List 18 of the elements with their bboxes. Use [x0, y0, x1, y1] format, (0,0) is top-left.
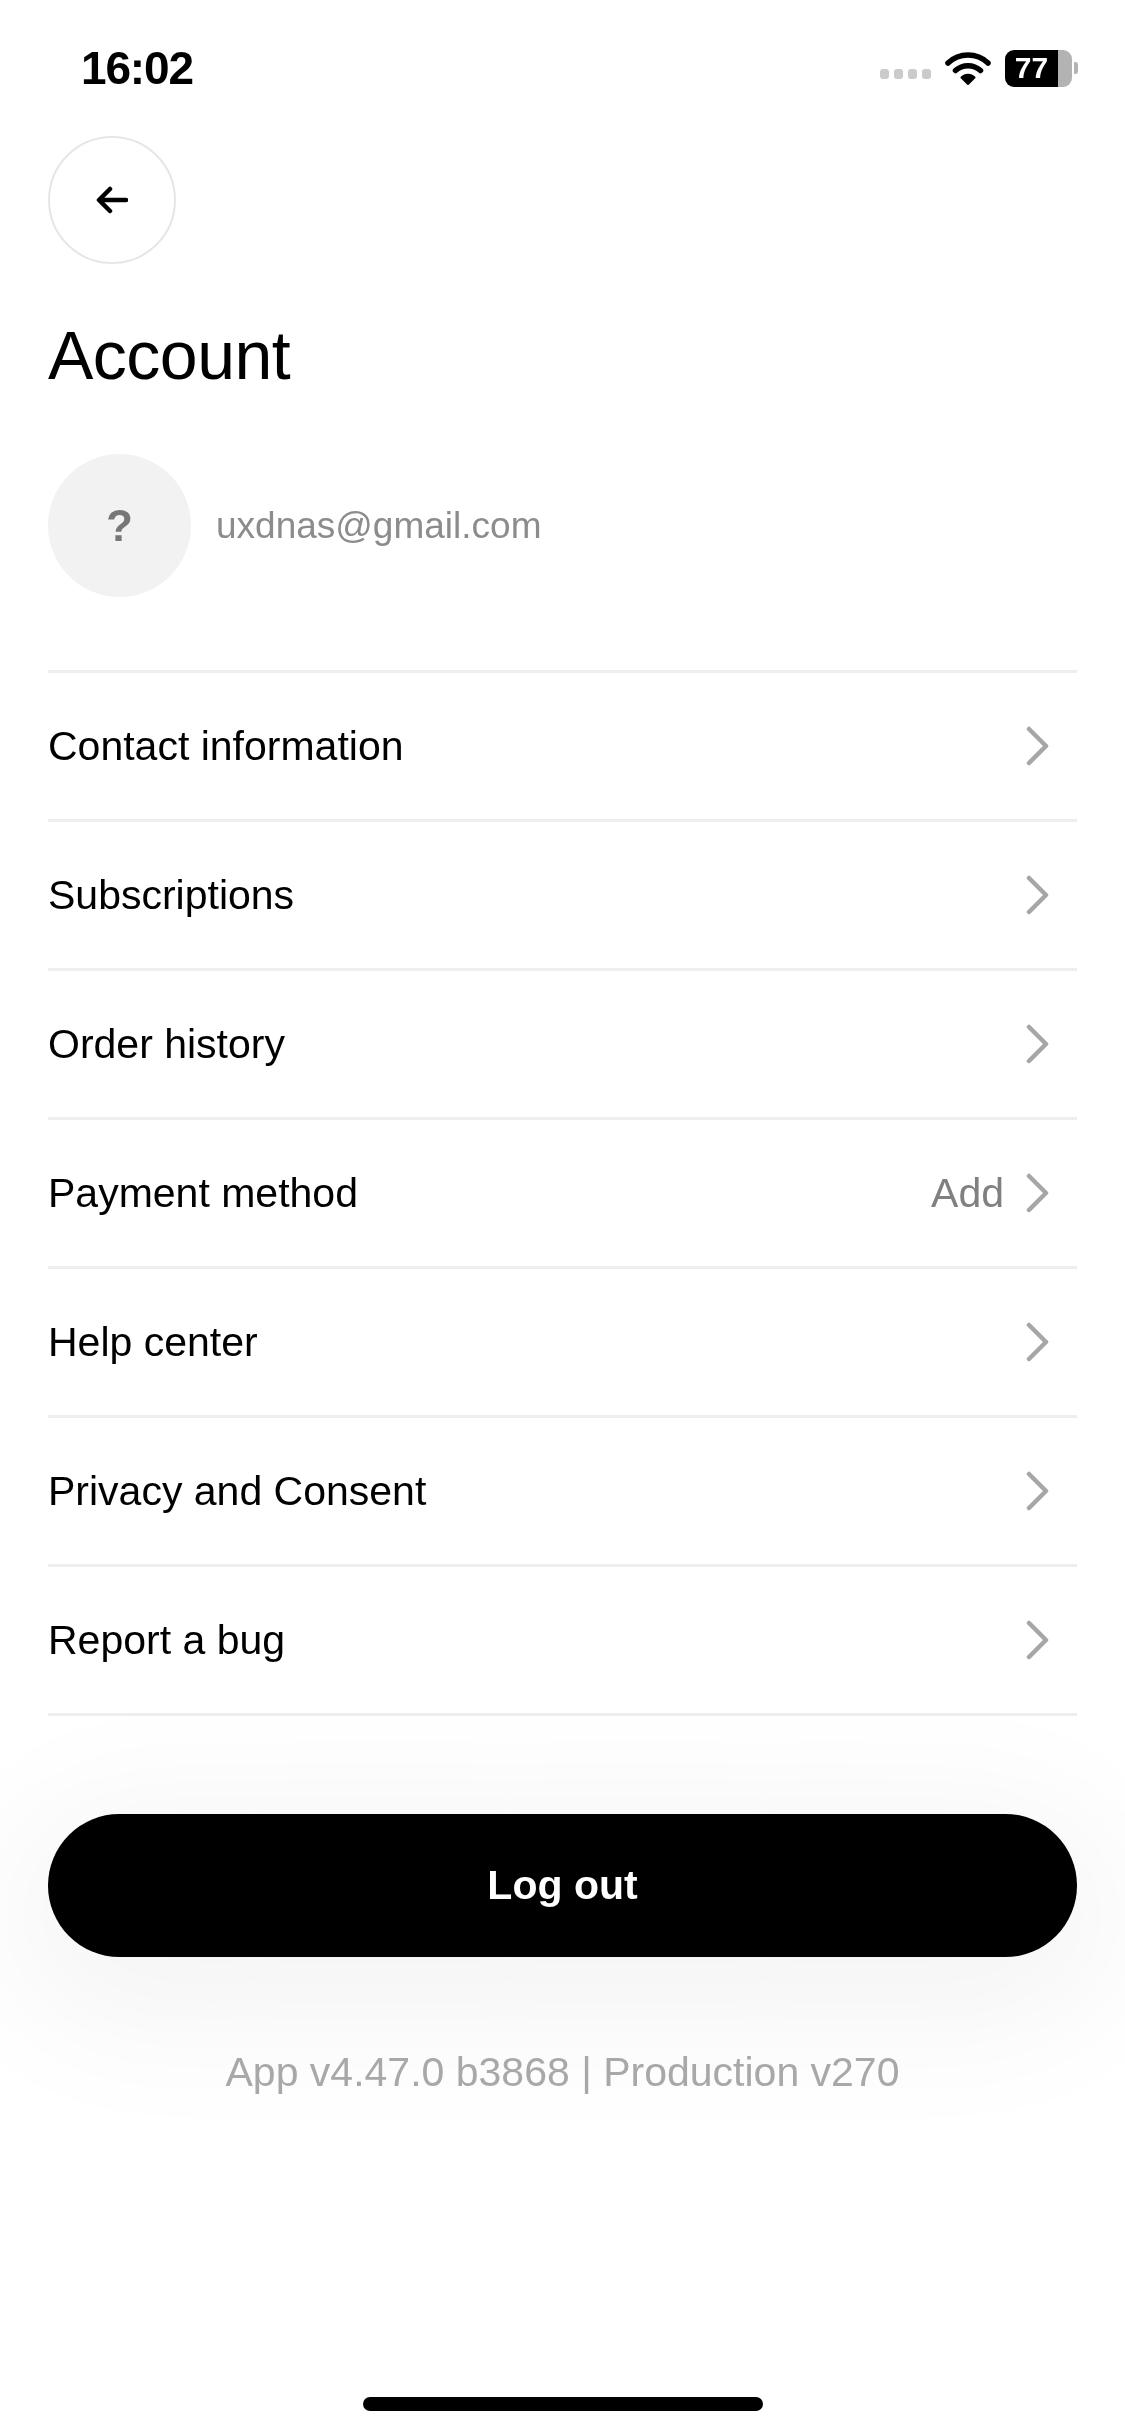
status-time: 16:02 [81, 45, 193, 91]
logout-button[interactable]: Log out [48, 1814, 1077, 1957]
back-arrow-icon [96, 186, 128, 214]
account-email: uxdnas@gmail.com [216, 507, 542, 544]
version-text: App v4.47.0 b3868 | Production v270 [224, 2052, 901, 2093]
chevron-right-icon [1026, 1024, 1050, 1064]
chevron-right-icon [1026, 726, 1050, 766]
signal-icon [880, 69, 931, 79]
battery-indicator: 77 [1005, 49, 1078, 87]
chevron-right-icon [1026, 1620, 1050, 1660]
chevron-right-icon [1026, 1173, 1050, 1213]
chevron-right-icon [1026, 1322, 1050, 1362]
wifi-icon [945, 51, 991, 85]
chevron-right-icon [1026, 875, 1050, 915]
value-text: Add [931, 1172, 1004, 1214]
page-title: Account [48, 321, 291, 389]
chevron-right-icon [1026, 1471, 1050, 1511]
profile-avatar: ? [48, 454, 191, 597]
